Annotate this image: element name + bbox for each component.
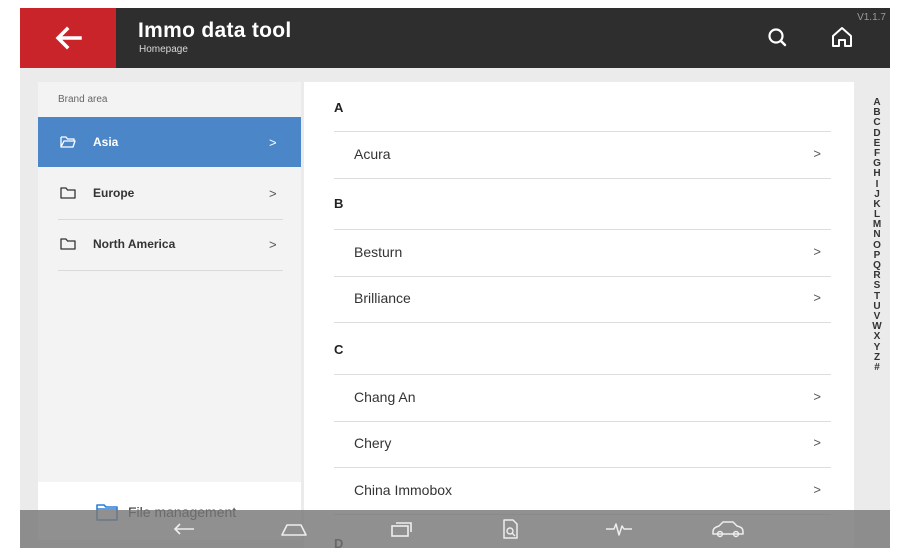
brand-list: A Acura > B Besturn > Brilliance > C Cha… xyxy=(304,82,854,548)
index-letter[interactable]: H xyxy=(870,169,884,179)
brand-area-panel: Brand area Asia > Europe > North America… xyxy=(38,82,301,540)
chevron-right-icon: > xyxy=(269,134,277,150)
brand-row-besturn[interactable]: Besturn > xyxy=(334,230,831,276)
back-arrow-icon xyxy=(55,26,82,50)
letter-header: A xyxy=(334,100,344,115)
brand-name: China Immobox xyxy=(354,482,453,498)
pulse-icon xyxy=(606,523,632,536)
alphabet-index[interactable]: A B C D E F G H I J K L M N O P Q R S T U V W X Y Z # xyxy=(870,97,884,373)
folder-icon xyxy=(60,187,76,199)
chevron-right-icon: > xyxy=(813,435,821,450)
nav-back-icon xyxy=(173,523,194,535)
page-title: Immo data tool xyxy=(138,19,292,42)
back-button[interactable] xyxy=(20,8,116,68)
divider xyxy=(334,178,831,179)
divider xyxy=(58,270,283,271)
region-label: Europe xyxy=(93,186,135,200)
chevron-right-icon: > xyxy=(269,236,277,252)
brand-area-label: Brand area xyxy=(58,94,108,105)
brand-row-chery[interactable]: Chery > xyxy=(334,421,831,467)
system-nav-bar xyxy=(20,510,890,548)
brand-row-chang-an[interactable]: Chang An > xyxy=(334,375,831,421)
home-icon xyxy=(832,27,852,47)
region-north-america[interactable]: North America > xyxy=(38,219,301,269)
brand-name: Acura xyxy=(354,146,391,162)
nav-back-button[interactable] xyxy=(170,518,198,540)
chevron-right-icon: > xyxy=(813,146,821,161)
nav-car-button[interactable] xyxy=(710,518,746,540)
brand-row-china-immobox[interactable]: China Immobox > xyxy=(334,468,831,514)
divider xyxy=(334,322,831,323)
page-subtitle: Homepage xyxy=(139,44,188,55)
region-asia[interactable]: Asia > xyxy=(38,117,301,167)
brand-name: Brilliance xyxy=(354,290,411,306)
brand-name: Chery xyxy=(354,435,392,451)
region-europe[interactable]: Europe > xyxy=(38,168,301,218)
app-header: Immo data tool Homepage V1.1.7 xyxy=(20,8,890,68)
nav-recents-icon xyxy=(391,522,412,537)
nav-scan-button[interactable] xyxy=(496,518,524,540)
car-icon xyxy=(712,521,744,538)
search-button[interactable] xyxy=(765,25,791,51)
index-letter[interactable]: X xyxy=(870,332,884,342)
version-label: V1.1.7 xyxy=(857,12,886,23)
scan-document-icon xyxy=(503,519,518,539)
chevron-right-icon: > xyxy=(813,482,821,497)
letter-header: B xyxy=(334,196,344,211)
index-letter[interactable]: # xyxy=(870,362,884,373)
nav-diagnostic-button[interactable] xyxy=(604,518,632,540)
folder-open-icon xyxy=(60,136,76,148)
nav-home-icon xyxy=(281,524,307,536)
brand-row-acura[interactable]: Acura > xyxy=(334,132,831,178)
folder-icon xyxy=(60,238,76,250)
brand-name: Chang An xyxy=(354,389,416,405)
nav-home-button[interactable] xyxy=(279,518,307,540)
chevron-right-icon: > xyxy=(813,290,821,305)
home-button[interactable] xyxy=(828,23,856,51)
chevron-right-icon: > xyxy=(269,185,277,201)
chevron-right-icon: > xyxy=(813,244,821,259)
brand-name: Besturn xyxy=(354,244,403,260)
region-label: North America xyxy=(93,237,176,251)
region-label: Asia xyxy=(93,135,119,149)
brand-row-brilliance[interactable]: Brilliance > xyxy=(334,276,831,322)
search-icon xyxy=(768,28,787,47)
app-screen: Immo data tool Homepage V1.1.7 Brand are… xyxy=(20,8,890,548)
nav-recents-button[interactable] xyxy=(387,518,415,540)
chevron-right-icon: > xyxy=(813,389,821,404)
letter-header: C xyxy=(334,342,344,357)
